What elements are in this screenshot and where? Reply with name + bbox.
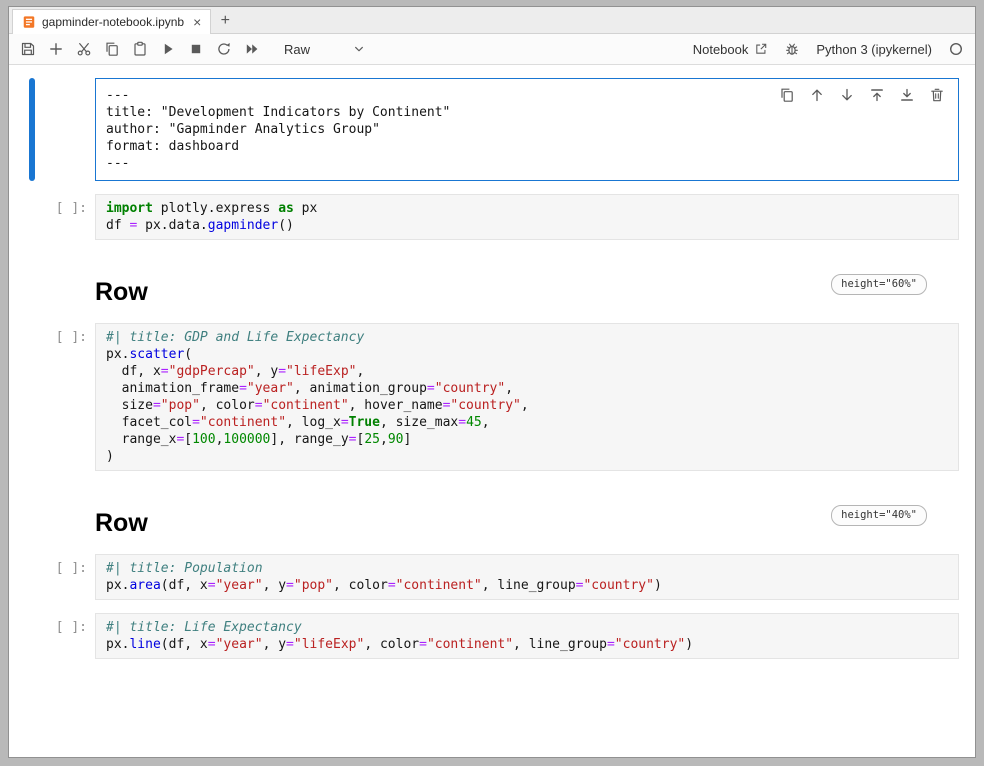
cell-input-prompt: [ ]: bbox=[35, 323, 95, 471]
cell-toolbar bbox=[779, 87, 945, 103]
tab-bar: gapminder-notebook.ipynb × + bbox=[9, 7, 975, 34]
height-attribute-badge: height="60%" bbox=[831, 274, 927, 295]
cell-source: #| title: Population px.area(df, x="year… bbox=[106, 560, 948, 594]
copy-cells-button[interactable] bbox=[104, 41, 120, 57]
move-up-cell-button[interactable] bbox=[809, 87, 825, 103]
cell-input-prompt: [ ]: bbox=[35, 194, 95, 240]
code-cell[interactable]: [ ]: import plotly.express as px df = px.… bbox=[9, 194, 975, 240]
notebook-tab[interactable]: gapminder-notebook.ipynb × bbox=[12, 9, 211, 34]
notebook-toolbar: Raw Notebook Python 3 (ipykernel) bbox=[9, 34, 975, 65]
new-tab-button[interactable]: + bbox=[211, 8, 239, 33]
cell-source: #| title: Life Expectancy px.line(df, x=… bbox=[106, 619, 948, 653]
interrupt-kernel-button[interactable] bbox=[188, 41, 204, 57]
cell-input-prompt bbox=[35, 78, 95, 181]
code-cell[interactable]: [ ]: #| title: Life Expectancy px.line(df… bbox=[9, 613, 975, 659]
notebook-view-button[interactable]: Notebook bbox=[693, 42, 769, 57]
cut-cells-button[interactable] bbox=[76, 41, 92, 57]
cell-type-value: Raw bbox=[284, 42, 310, 57]
kernel-status-icon bbox=[948, 41, 964, 57]
raw-cell-editor[interactable]: --- title: "Development Indicators by Co… bbox=[95, 78, 959, 181]
toolbar-right: Notebook Python 3 (ipykernel) bbox=[693, 41, 964, 57]
insert-below-cell-button[interactable] bbox=[899, 87, 915, 103]
code-cell-editor[interactable]: import plotly.express as px df = px.data… bbox=[95, 194, 959, 240]
tab-title: gapminder-notebook.ipynb bbox=[42, 15, 184, 29]
move-down-cell-button[interactable] bbox=[839, 87, 855, 103]
code-cell[interactable]: [ ]: #| title: Population px.area(df, x="… bbox=[9, 554, 975, 600]
toolbar-buttons bbox=[20, 41, 260, 57]
cell-input-prompt bbox=[35, 505, 95, 538]
notebook-view-label: Notebook bbox=[693, 42, 749, 57]
delete-cell-button[interactable] bbox=[929, 87, 945, 103]
markdown-heading: Row bbox=[95, 509, 148, 538]
restart-run-all-button[interactable] bbox=[244, 41, 260, 57]
raw-cell[interactable]: --- title: "Development Indicators by Co… bbox=[9, 78, 975, 181]
save-button[interactable] bbox=[20, 41, 36, 57]
cell-input-prompt: [ ]: bbox=[35, 613, 95, 659]
notebook-file-icon bbox=[22, 15, 36, 29]
notebook-area: --- title: "Development Indicators by Co… bbox=[9, 65, 975, 757]
code-cell-editor[interactable]: #| title: Life Expectancy px.line(df, x=… bbox=[95, 613, 959, 659]
paste-cells-button[interactable] bbox=[132, 41, 148, 57]
markdown-cell[interactable]: Row height="40%" bbox=[9, 505, 975, 538]
code-cell[interactable]: [ ]:#| title: GDP and Life Expectancy px… bbox=[9, 323, 975, 471]
cell-source: #| title: GDP and Life Expectancy px.sca… bbox=[106, 329, 948, 465]
height-attribute-badge: height="40%" bbox=[831, 505, 927, 526]
code-cell-editor[interactable]: #| title: Population px.area(df, x="year… bbox=[95, 554, 959, 600]
cell-type-dropdown[interactable]: Raw bbox=[284, 42, 366, 57]
external-link-icon bbox=[754, 42, 768, 56]
debugger-bug-icon[interactable] bbox=[784, 41, 800, 57]
cell-source: import plotly.express as px df = px.data… bbox=[106, 200, 948, 234]
cell-input-prompt bbox=[35, 274, 95, 307]
tab-close-icon[interactable]: × bbox=[193, 15, 201, 29]
markdown-heading: Row bbox=[95, 278, 148, 307]
cell-input-prompt: [ ]: bbox=[35, 554, 95, 600]
duplicate-cell-button[interactable] bbox=[779, 87, 795, 103]
insert-cell-button[interactable] bbox=[48, 41, 64, 57]
run-button[interactable] bbox=[160, 41, 176, 57]
chevron-down-icon bbox=[352, 42, 366, 56]
restart-kernel-button[interactable] bbox=[216, 41, 232, 57]
markdown-cell[interactable]: Row height="60%" bbox=[9, 274, 975, 307]
code-cell-editor[interactable]: #| title: GDP and Life Expectancy px.sca… bbox=[95, 323, 959, 471]
insert-above-cell-button[interactable] bbox=[869, 87, 885, 103]
jupyterlab-window: gapminder-notebook.ipynb × + Raw Noteboo… bbox=[8, 6, 976, 758]
kernel-name[interactable]: Python 3 (ipykernel) bbox=[816, 42, 932, 57]
